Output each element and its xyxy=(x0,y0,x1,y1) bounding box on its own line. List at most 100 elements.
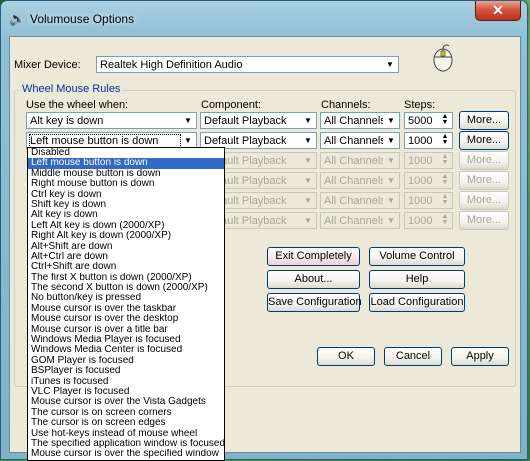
dropdown-option[interactable]: Mouse cursor is over the specified windo… xyxy=(28,449,224,459)
use-wheel-dropdown-list[interactable]: Disabled Left mouse button is down Middle … xyxy=(27,147,225,461)
apply-button[interactable]: Apply xyxy=(451,347,509,366)
dropdown-option[interactable]: Alt+Ctrl are down xyxy=(28,252,224,262)
dropdown-option[interactable]: Ctrl+Shift are down xyxy=(28,262,224,272)
dropdown-option[interactable]: The specified application window is focu… xyxy=(28,439,224,449)
channels-value: All Channels xyxy=(324,155,383,167)
channels-select: All Channels ▼ xyxy=(320,172,400,189)
use-wheel-value: Left mouse button is down xyxy=(29,134,181,148)
steps-spinner: 1000 ▲ ▼ xyxy=(404,172,453,189)
dropdown-option[interactable]: Shift key is down xyxy=(28,200,224,210)
dropdown-option[interactable]: Mouse cursor is over the Vista Gadgets xyxy=(28,397,224,407)
dropdown-option[interactable]: iTunes is focused xyxy=(28,377,224,387)
dropdown-option[interactable]: Left Alt key is down (2000/XP) xyxy=(28,221,224,231)
header-use: Use the wheel when: xyxy=(26,99,129,111)
more-button[interactable]: More... xyxy=(459,131,509,150)
title-bar[interactable]: 🔊 Volumouse Options ✕ xyxy=(1,1,527,35)
dropdown-option[interactable]: Right mouse button is down xyxy=(28,179,224,189)
chevron-down-icon: ▼ xyxy=(387,116,395,125)
steps-value: 1000 xyxy=(408,155,433,167)
volume-control-button[interactable]: Volume Control xyxy=(369,247,465,266)
spin-arrows-icon[interactable]: ▲ ▼ xyxy=(439,133,451,147)
dropdown-option[interactable]: Disabled xyxy=(28,148,224,158)
steps-value: 5000 xyxy=(408,115,433,127)
options-window: 🔊 Volumouse Options ✕ Mixer Device: Real… xyxy=(0,0,528,461)
dropdown-option[interactable]: Middle mouse button is down xyxy=(28,169,224,179)
ok-button[interactable]: OK xyxy=(317,347,375,366)
spin-arrows-icon[interactable]: ▲ ▼ xyxy=(439,113,451,127)
spin-down-icon: ▼ xyxy=(441,119,449,126)
exit-completely-button[interactable]: Exit Completely xyxy=(267,247,360,266)
volume-control-label: Volume Control xyxy=(379,250,455,262)
use-wheel-select[interactable]: Alt key is down ▼ xyxy=(26,112,197,129)
dropdown-option[interactable]: VLC Player is focused xyxy=(28,387,224,397)
chevron-down-icon: ▼ xyxy=(304,216,312,225)
about-label: About... xyxy=(294,273,333,285)
header-channels: Channels: xyxy=(321,99,371,111)
dropdown-option[interactable]: The second X button is down (2000/XP) xyxy=(28,283,224,293)
load-configuration-button[interactable]: Load Configuration xyxy=(369,293,465,312)
dropdown-option[interactable]: Ctrl key is down xyxy=(28,190,224,200)
wheel-rules-title: Wheel Mouse Rules xyxy=(20,83,123,95)
dropdown-option[interactable]: No button/key is pressed xyxy=(28,293,224,303)
cancel-button[interactable]: Cancel xyxy=(384,347,442,366)
spin-arrows-icon[interactable]: ▲ ▼ xyxy=(439,153,451,167)
use-wheel-value: Alt key is down xyxy=(30,115,104,127)
dropdown-option[interactable]: Windows Media Center is focused xyxy=(28,345,224,355)
more-label: More... xyxy=(466,214,502,226)
about-button[interactable]: About... xyxy=(267,270,360,289)
chevron-down-icon: ▼ xyxy=(304,156,312,165)
apply-label: Apply xyxy=(466,350,494,362)
chevron-down-icon: ▼ xyxy=(184,116,192,125)
chevron-down-icon: ▼ xyxy=(387,136,395,145)
help-button[interactable]: Help xyxy=(369,270,465,289)
mixer-device-select[interactable]: Realtek High Definition Audio ▼ xyxy=(96,56,399,73)
channels-value: All Channels xyxy=(324,115,383,127)
channels-select[interactable]: All Channels ▼ xyxy=(320,112,400,129)
steps-spinner: 1000 ▲ ▼ xyxy=(404,152,453,169)
app-icon: 🔊 xyxy=(9,11,26,26)
more-label: More... xyxy=(466,114,502,126)
steps-spinner[interactable]: 5000 ▲ ▼ xyxy=(404,112,453,129)
steps-value: 1000 xyxy=(408,195,433,207)
ok-label: OK xyxy=(338,350,354,362)
save-configuration-button[interactable]: Save Configuration xyxy=(267,293,362,312)
component-select[interactable]: Default Playback ▼ xyxy=(200,112,317,129)
spin-down-icon: ▼ xyxy=(441,199,449,206)
dropdown-option[interactable]: The cursor is on screen edges xyxy=(28,418,224,428)
dropdown-option[interactable]: Mouse cursor is over the taskbar xyxy=(28,304,224,314)
spin-arrows-icon[interactable]: ▲ ▼ xyxy=(439,173,451,187)
dropdown-option[interactable]: Right Alt key is down (2000/XP) xyxy=(28,231,224,241)
steps-value: 1000 xyxy=(408,135,433,147)
spin-arrows-icon[interactable]: ▲ ▼ xyxy=(439,213,451,227)
dropdown-option[interactable]: Mouse cursor is over a title bar xyxy=(28,325,224,335)
spin-arrows-icon[interactable]: ▲ ▼ xyxy=(439,193,451,207)
component-value: Default Playback xyxy=(204,115,287,127)
steps-spinner[interactable]: 1000 ▲ ▼ xyxy=(404,132,453,149)
dropdown-option[interactable]: Mouse cursor is over the desktop xyxy=(28,314,224,324)
dropdown-option[interactable]: Alt+Shift are down xyxy=(28,242,224,252)
dropdown-option[interactable]: Use hot-keys instead of mouse wheel xyxy=(28,429,224,439)
more-label: More... xyxy=(466,154,502,166)
mixer-device-value: Realtek High Definition Audio xyxy=(100,59,243,71)
steps-value: 1000 xyxy=(408,175,433,187)
dropdown-option[interactable]: BSPlayer is focused xyxy=(28,366,224,376)
spin-down-icon: ▼ xyxy=(441,179,449,186)
chevron-down-icon: ▼ xyxy=(304,176,312,185)
header-component: Component: xyxy=(201,99,261,111)
more-button[interactable]: More... xyxy=(459,111,509,130)
window-title: Volumouse Options xyxy=(30,12,135,26)
channels-select[interactable]: All Channels ▼ xyxy=(320,132,400,149)
chevron-down-icon: ▼ xyxy=(304,116,312,125)
chevron-down-icon: ▼ xyxy=(184,136,192,145)
chevron-down-icon: ▼ xyxy=(387,176,395,185)
chevron-down-icon: ▼ xyxy=(387,216,395,225)
dropdown-option[interactable]: Left mouse button is down xyxy=(28,158,224,169)
dropdown-option[interactable]: The first X button is down (2000/XP) xyxy=(28,273,224,283)
dropdown-option[interactable]: Alt key is down xyxy=(28,210,224,220)
dropdown-option[interactable]: Windows Media Player is focused xyxy=(28,335,224,345)
more-label: More... xyxy=(466,134,502,146)
dropdown-option[interactable]: The cursor is on screen corners xyxy=(28,408,224,418)
spin-down-icon: ▼ xyxy=(441,139,449,146)
dropdown-option[interactable]: GOM Player is focused xyxy=(28,356,224,366)
close-button[interactable]: ✕ xyxy=(475,1,521,21)
